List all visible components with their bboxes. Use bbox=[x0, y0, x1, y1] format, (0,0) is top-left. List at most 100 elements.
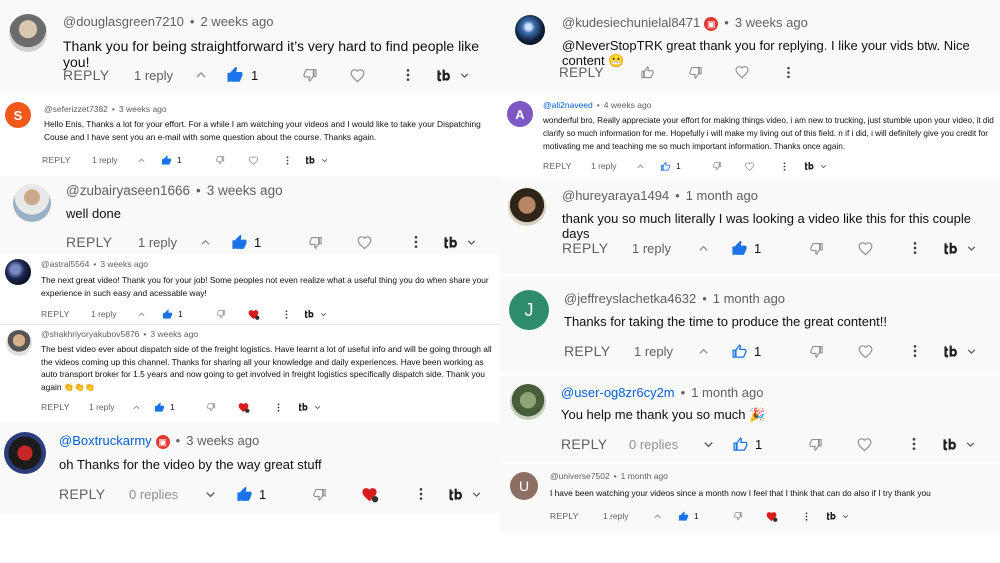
like-icon[interactable] bbox=[225, 66, 245, 84]
chevron-up-icon[interactable] bbox=[621, 161, 659, 172]
chevron-up-icon[interactable] bbox=[122, 155, 160, 166]
tubebuddy-icon[interactable] bbox=[301, 309, 331, 319]
dislike-icon[interactable] bbox=[206, 155, 234, 165]
tubebuddy-icon[interactable] bbox=[939, 437, 979, 452]
reply-button[interactable]: REPLY bbox=[550, 511, 603, 521]
chevron-up-icon[interactable] bbox=[180, 235, 230, 250]
tubebuddy-icon[interactable] bbox=[295, 402, 325, 412]
replies-count[interactable]: 0 replies bbox=[629, 437, 685, 452]
reply-button[interactable]: REPLY bbox=[42, 155, 92, 165]
user-avatar[interactable] bbox=[510, 384, 546, 420]
more-options-icon[interactable] bbox=[889, 436, 939, 452]
dislike-icon[interactable] bbox=[289, 67, 331, 83]
comment-time[interactable]: 1 month ago bbox=[713, 291, 785, 306]
chevron-up-icon[interactable] bbox=[637, 511, 677, 522]
replies-count[interactable]: 1 reply bbox=[632, 241, 676, 256]
comment-time[interactable]: 3 weeks ago bbox=[186, 433, 259, 448]
dislike-icon[interactable] bbox=[792, 344, 840, 359]
comment-author[interactable]: @seferizzet7382 bbox=[44, 104, 108, 114]
user-avatar[interactable]: S bbox=[5, 102, 31, 128]
comment-author[interactable]: @user-og8zr6cy2m bbox=[561, 385, 675, 400]
tubebuddy-icon[interactable] bbox=[801, 161, 831, 171]
replies-count[interactable]: 1 reply bbox=[91, 309, 121, 319]
tubebuddy-icon[interactable] bbox=[302, 155, 332, 165]
like-icon[interactable] bbox=[161, 309, 173, 320]
dislike-icon[interactable] bbox=[723, 511, 753, 521]
comment-author[interactable]: @shakhriyoryakubov5876 bbox=[41, 329, 139, 339]
dislike-icon[interactable] bbox=[671, 65, 719, 80]
heart-icon[interactable] bbox=[234, 155, 272, 166]
heart-icon[interactable] bbox=[840, 343, 890, 360]
comment-time[interactable]: 3 weeks ago bbox=[207, 183, 283, 198]
creator-heart-icon[interactable] bbox=[753, 510, 789, 523]
dislike-icon[interactable] bbox=[791, 437, 839, 452]
heart-icon[interactable] bbox=[331, 67, 383, 84]
replies-count[interactable]: 1 reply bbox=[89, 402, 119, 412]
like-icon[interactable] bbox=[160, 155, 172, 166]
chevron-up-icon[interactable] bbox=[119, 402, 153, 413]
dislike-icon[interactable] bbox=[294, 235, 336, 250]
comment-time[interactable]: 3 weeks ago bbox=[150, 329, 198, 339]
dislike-icon[interactable] bbox=[792, 241, 840, 256]
comment-author[interactable]: @kudesiechunielal8471 bbox=[562, 15, 700, 30]
chevron-up-icon[interactable] bbox=[121, 309, 161, 320]
comment-author[interactable]: @astral5564 bbox=[41, 259, 89, 269]
like-icon[interactable] bbox=[730, 343, 748, 360]
comment-author[interactable]: @zubairyaseen1666 bbox=[66, 183, 190, 198]
comment-author[interactable]: @Boxtruckarmy bbox=[59, 433, 152, 448]
comment-time[interactable]: 1 month ago bbox=[691, 385, 763, 400]
reply-button[interactable]: REPLY bbox=[41, 309, 91, 319]
more-options-icon[interactable] bbox=[890, 240, 940, 256]
reply-button[interactable]: REPLY bbox=[561, 436, 629, 452]
replies-count[interactable]: 1 reply bbox=[92, 155, 122, 165]
chevron-up-icon[interactable] bbox=[676, 241, 730, 256]
replies-count[interactable]: 1 reply bbox=[603, 511, 637, 521]
tubebuddy-icon[interactable] bbox=[433, 68, 473, 83]
chevron-down-icon[interactable] bbox=[185, 487, 235, 502]
comment-author[interactable]: @douglasgreen7210 bbox=[63, 14, 184, 29]
more-options-icon[interactable] bbox=[261, 402, 295, 413]
chevron-up-icon[interactable] bbox=[676, 344, 730, 359]
tubebuddy-icon[interactable] bbox=[940, 241, 980, 256]
creator-heart-icon[interactable] bbox=[225, 401, 261, 414]
tubebuddy-icon[interactable] bbox=[440, 235, 480, 250]
like-icon[interactable] bbox=[230, 234, 248, 251]
comment-time[interactable]: 3 weeks ago bbox=[735, 15, 808, 30]
heart-icon[interactable] bbox=[839, 436, 889, 453]
reply-button[interactable]: REPLY bbox=[66, 234, 138, 250]
like-icon[interactable] bbox=[623, 65, 671, 80]
dislike-icon[interactable] bbox=[197, 402, 225, 412]
comment-time[interactable]: 4 weeks ago bbox=[604, 100, 652, 110]
comment-author[interactable]: @ali2naveed bbox=[543, 100, 593, 110]
like-icon[interactable] bbox=[235, 486, 253, 503]
more-options-icon[interactable] bbox=[767, 161, 801, 172]
replies-count[interactable]: 0 replies bbox=[129, 487, 185, 502]
replies-count[interactable]: 1 reply bbox=[591, 161, 621, 171]
user-avatar[interactable] bbox=[5, 259, 31, 285]
reply-button[interactable]: REPLY bbox=[63, 67, 134, 83]
dislike-icon[interactable] bbox=[703, 161, 731, 171]
user-avatar[interactable] bbox=[9, 14, 47, 52]
more-options-icon[interactable] bbox=[272, 155, 302, 166]
reply-button[interactable]: REPLY bbox=[543, 161, 591, 171]
heart-icon[interactable] bbox=[336, 234, 392, 251]
reply-button[interactable]: REPLY bbox=[41, 402, 89, 412]
comment-time[interactable]: 2 weeks ago bbox=[200, 14, 273, 29]
tubebuddy-icon[interactable] bbox=[823, 511, 853, 521]
creator-heart-icon[interactable] bbox=[341, 485, 397, 504]
user-avatar[interactable] bbox=[4, 432, 46, 474]
replies-count[interactable]: 1 reply bbox=[634, 344, 676, 359]
comment-author[interactable]: @hureyaraya1494 bbox=[562, 188, 669, 203]
more-options-icon[interactable] bbox=[397, 486, 445, 502]
dislike-icon[interactable] bbox=[297, 487, 341, 502]
more-options-icon[interactable] bbox=[271, 309, 301, 320]
dislike-icon[interactable] bbox=[207, 309, 235, 319]
user-avatar[interactable]: J bbox=[509, 290, 549, 330]
user-avatar[interactable]: U bbox=[510, 472, 538, 500]
heart-icon[interactable] bbox=[731, 161, 767, 172]
like-icon[interactable] bbox=[731, 436, 749, 453]
like-icon[interactable] bbox=[677, 511, 689, 522]
creator-heart-icon[interactable] bbox=[235, 308, 271, 321]
like-icon[interactable] bbox=[153, 402, 165, 413]
chevron-down-icon[interactable] bbox=[685, 437, 731, 452]
